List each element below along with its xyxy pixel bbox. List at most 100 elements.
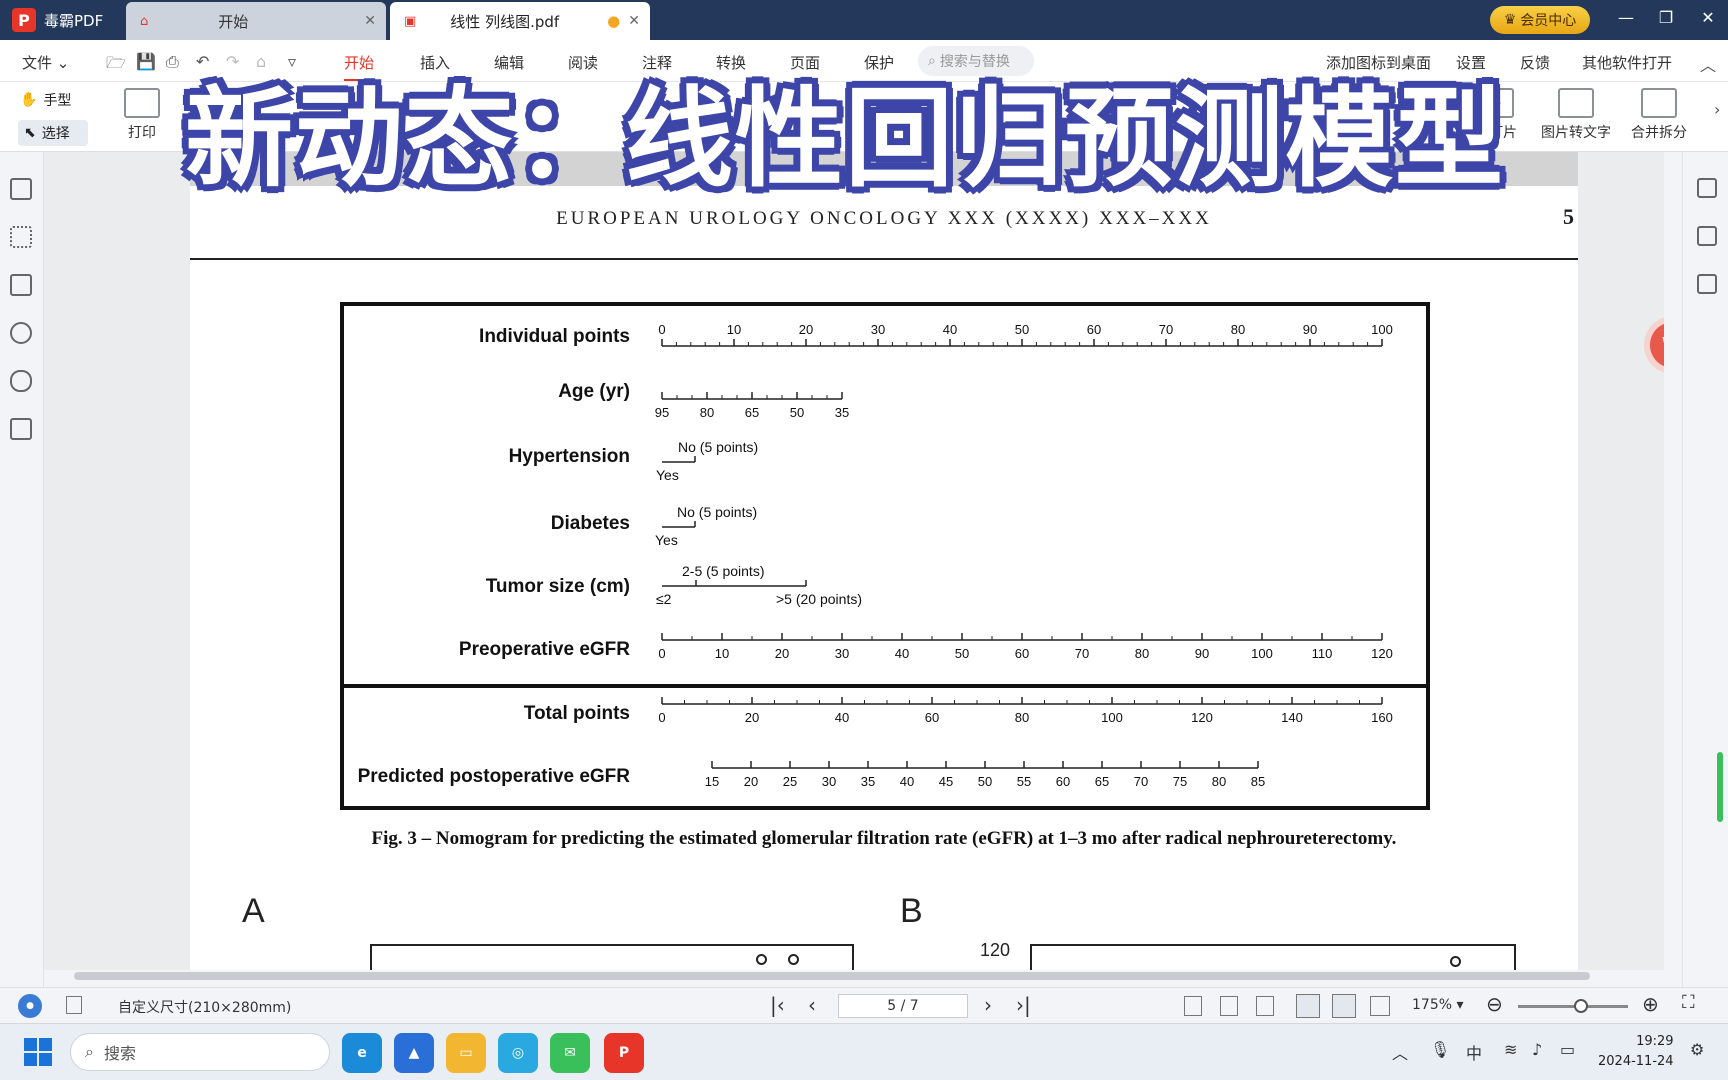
wifi-icon[interactable]: ≋ [1504,1040,1517,1059]
tick-label: 50 [978,774,992,789]
pdf-app-taskbar-icon[interactable]: P [604,1033,644,1073]
tick-label: 85 [1251,774,1265,789]
tick-label: 20 [799,322,813,337]
windows-start-icon[interactable] [24,1038,52,1066]
ai-icon[interactable] [1697,274,1717,294]
tick-label: 110 [1312,646,1333,661]
wechat-icon[interactable]: ✉ [550,1033,590,1073]
category-label: >5 (20 points) [776,591,862,607]
minimize-button[interactable]: — [1606,8,1646,32]
first-page-icon[interactable]: |‹ [770,993,785,1017]
category-label: Yes [656,467,679,483]
open-folder-icon[interactable]: 🗁 [106,52,126,79]
image-to-text-button[interactable]: 图片转文字 [1536,88,1616,142]
open-other-app-link[interactable]: 其他软件打开 [1582,52,1672,73]
tick-label: 40 [943,322,957,337]
document-viewport[interactable]: EUROPEAN UROLOGY ONCOLOGY XXX (XXXX) XXX… [44,152,1664,970]
merge-split-button[interactable]: 合并拆分 [1626,88,1692,142]
close-window-button[interactable]: ✕ [1688,8,1728,32]
tick-label: 35 [861,774,875,789]
tick-label: 30 [835,646,849,661]
fullscreen-icon[interactable]: ⛶ [1682,992,1695,1013]
file-menu[interactable]: 文件 ⌄ [22,52,69,73]
comments-icon[interactable] [10,274,32,296]
browser-app-icon[interactable]: ◎ [498,1033,538,1073]
tick-label: 90 [1303,322,1317,337]
restore-button[interactable]: ❐ [1646,8,1686,32]
right-sidebar [1682,152,1728,987]
tick-label: 60 [1056,774,1070,789]
zoom-out-icon[interactable]: ⊖ [1486,992,1503,1016]
attachment-icon[interactable] [10,370,32,392]
microphone-icon[interactable]: 🎙 [1430,1040,1450,1059]
ribbon-more-icon[interactable]: › [1714,100,1720,119]
fit-width-icon[interactable] [1256,996,1274,1016]
tick-label: 140 [1281,710,1303,725]
battery-icon[interactable]: ▭ [1560,1040,1575,1059]
tick-label: 30 [822,774,836,789]
translate-icon[interactable] [1697,226,1717,246]
single-page-view-icon[interactable] [1184,996,1202,1016]
tick-label: 60 [1087,322,1101,337]
hand-tool-button[interactable]: ✋ 手型 [20,90,71,110]
floating-assistant-button[interactable]: W [1650,322,1664,368]
page-number-input[interactable]: 5 / 7 [838,994,968,1018]
tick-label: 50 [790,405,804,420]
collapse-ribbon-icon[interactable]: ︿ [1700,52,1716,76]
print-button[interactable]: 打印 [120,88,164,142]
feedback-link[interactable]: 反馈 [1520,52,1550,73]
horizontal-scrollbar[interactable] [74,972,1590,980]
last-page-icon[interactable]: ›| [1016,993,1031,1017]
pdf-logo-icon: P [12,8,36,32]
row-label: Tumor size (cm) [486,576,630,597]
next-page-icon[interactable]: › [984,993,992,1017]
select-tool-button[interactable]: ⬉ 选择 [18,120,88,146]
category-label: No (5 points) [677,504,757,520]
system-clock[interactable]: 19:29 2024-11-24 [1598,1032,1674,1072]
scroll-view-icon[interactable] [1332,994,1356,1018]
thumbnails-icon[interactable] [10,226,32,248]
merge-split-label: 合并拆分 [1631,125,1687,141]
zoom-slider[interactable] [1518,1005,1628,1008]
merge-split-icon [1641,88,1677,118]
progress-indicator [1717,752,1723,822]
continuous-view-icon[interactable] [1296,994,1320,1018]
ime-indicator[interactable]: 中 [1466,1040,1482,1064]
zoom-level[interactable]: 175% ▾ [1412,997,1464,1013]
rotate-view-icon[interactable] [1220,996,1238,1016]
tab-document[interactable]: ▣ 线性 列线图.pdf ● ✕ [390,2,650,40]
panel-a-label: A [242,892,265,930]
prev-page-icon[interactable]: ‹ [808,993,816,1017]
save-icon[interactable]: 💾 [136,52,156,71]
signature-icon[interactable] [10,418,32,440]
two-page-view-icon[interactable] [1370,996,1390,1016]
tick-label: 65 [1095,774,1109,789]
print-small-icon[interactable]: ⎙ [166,52,179,72]
zoom-slider-thumb[interactable] [1574,999,1588,1013]
properties-icon[interactable] [1697,178,1717,198]
notification-icon[interactable]: ⚙ [1690,1040,1704,1059]
search-panel-icon[interactable] [10,322,32,344]
volume-icon[interactable]: ♪ [1532,1040,1542,1059]
outlier-point [788,954,799,965]
home-icon: ⌂ [140,13,149,29]
tick-label: 100 [1371,322,1393,337]
edge-browser-icon[interactable]: e [342,1033,382,1073]
tick-label: 45 [939,774,953,789]
zoom-level-label: 175% [1412,997,1453,1013]
page-size-icon[interactable] [66,996,82,1014]
vip-center-button[interactable]: ♛ 会员中心 [1490,6,1590,34]
left-sidebar [0,152,44,987]
close-tab-icon[interactable]: ✕ [628,13,640,29]
video-overlay-title: 新动态：线性回归预测模型 [185,77,1506,202]
close-tab-icon[interactable]: ✕ [364,13,376,29]
nomogram-upper-frame [340,302,1430,688]
tray-overflow-icon[interactable]: ︿ [1392,1040,1408,1064]
taskbar-search[interactable]: ⌕ 搜索 [70,1033,330,1071]
tab-home[interactable]: ⌂ 开始 ✕ [126,2,386,40]
photos-app-icon[interactable]: ▲ [394,1033,434,1073]
file-explorer-icon[interactable]: ▭ [446,1033,486,1073]
zoom-in-icon[interactable]: ⊕ [1642,992,1659,1016]
bookmark-icon[interactable] [10,178,32,200]
page-size-label: 自定义尺寸(210×280mm) [118,1000,292,1016]
